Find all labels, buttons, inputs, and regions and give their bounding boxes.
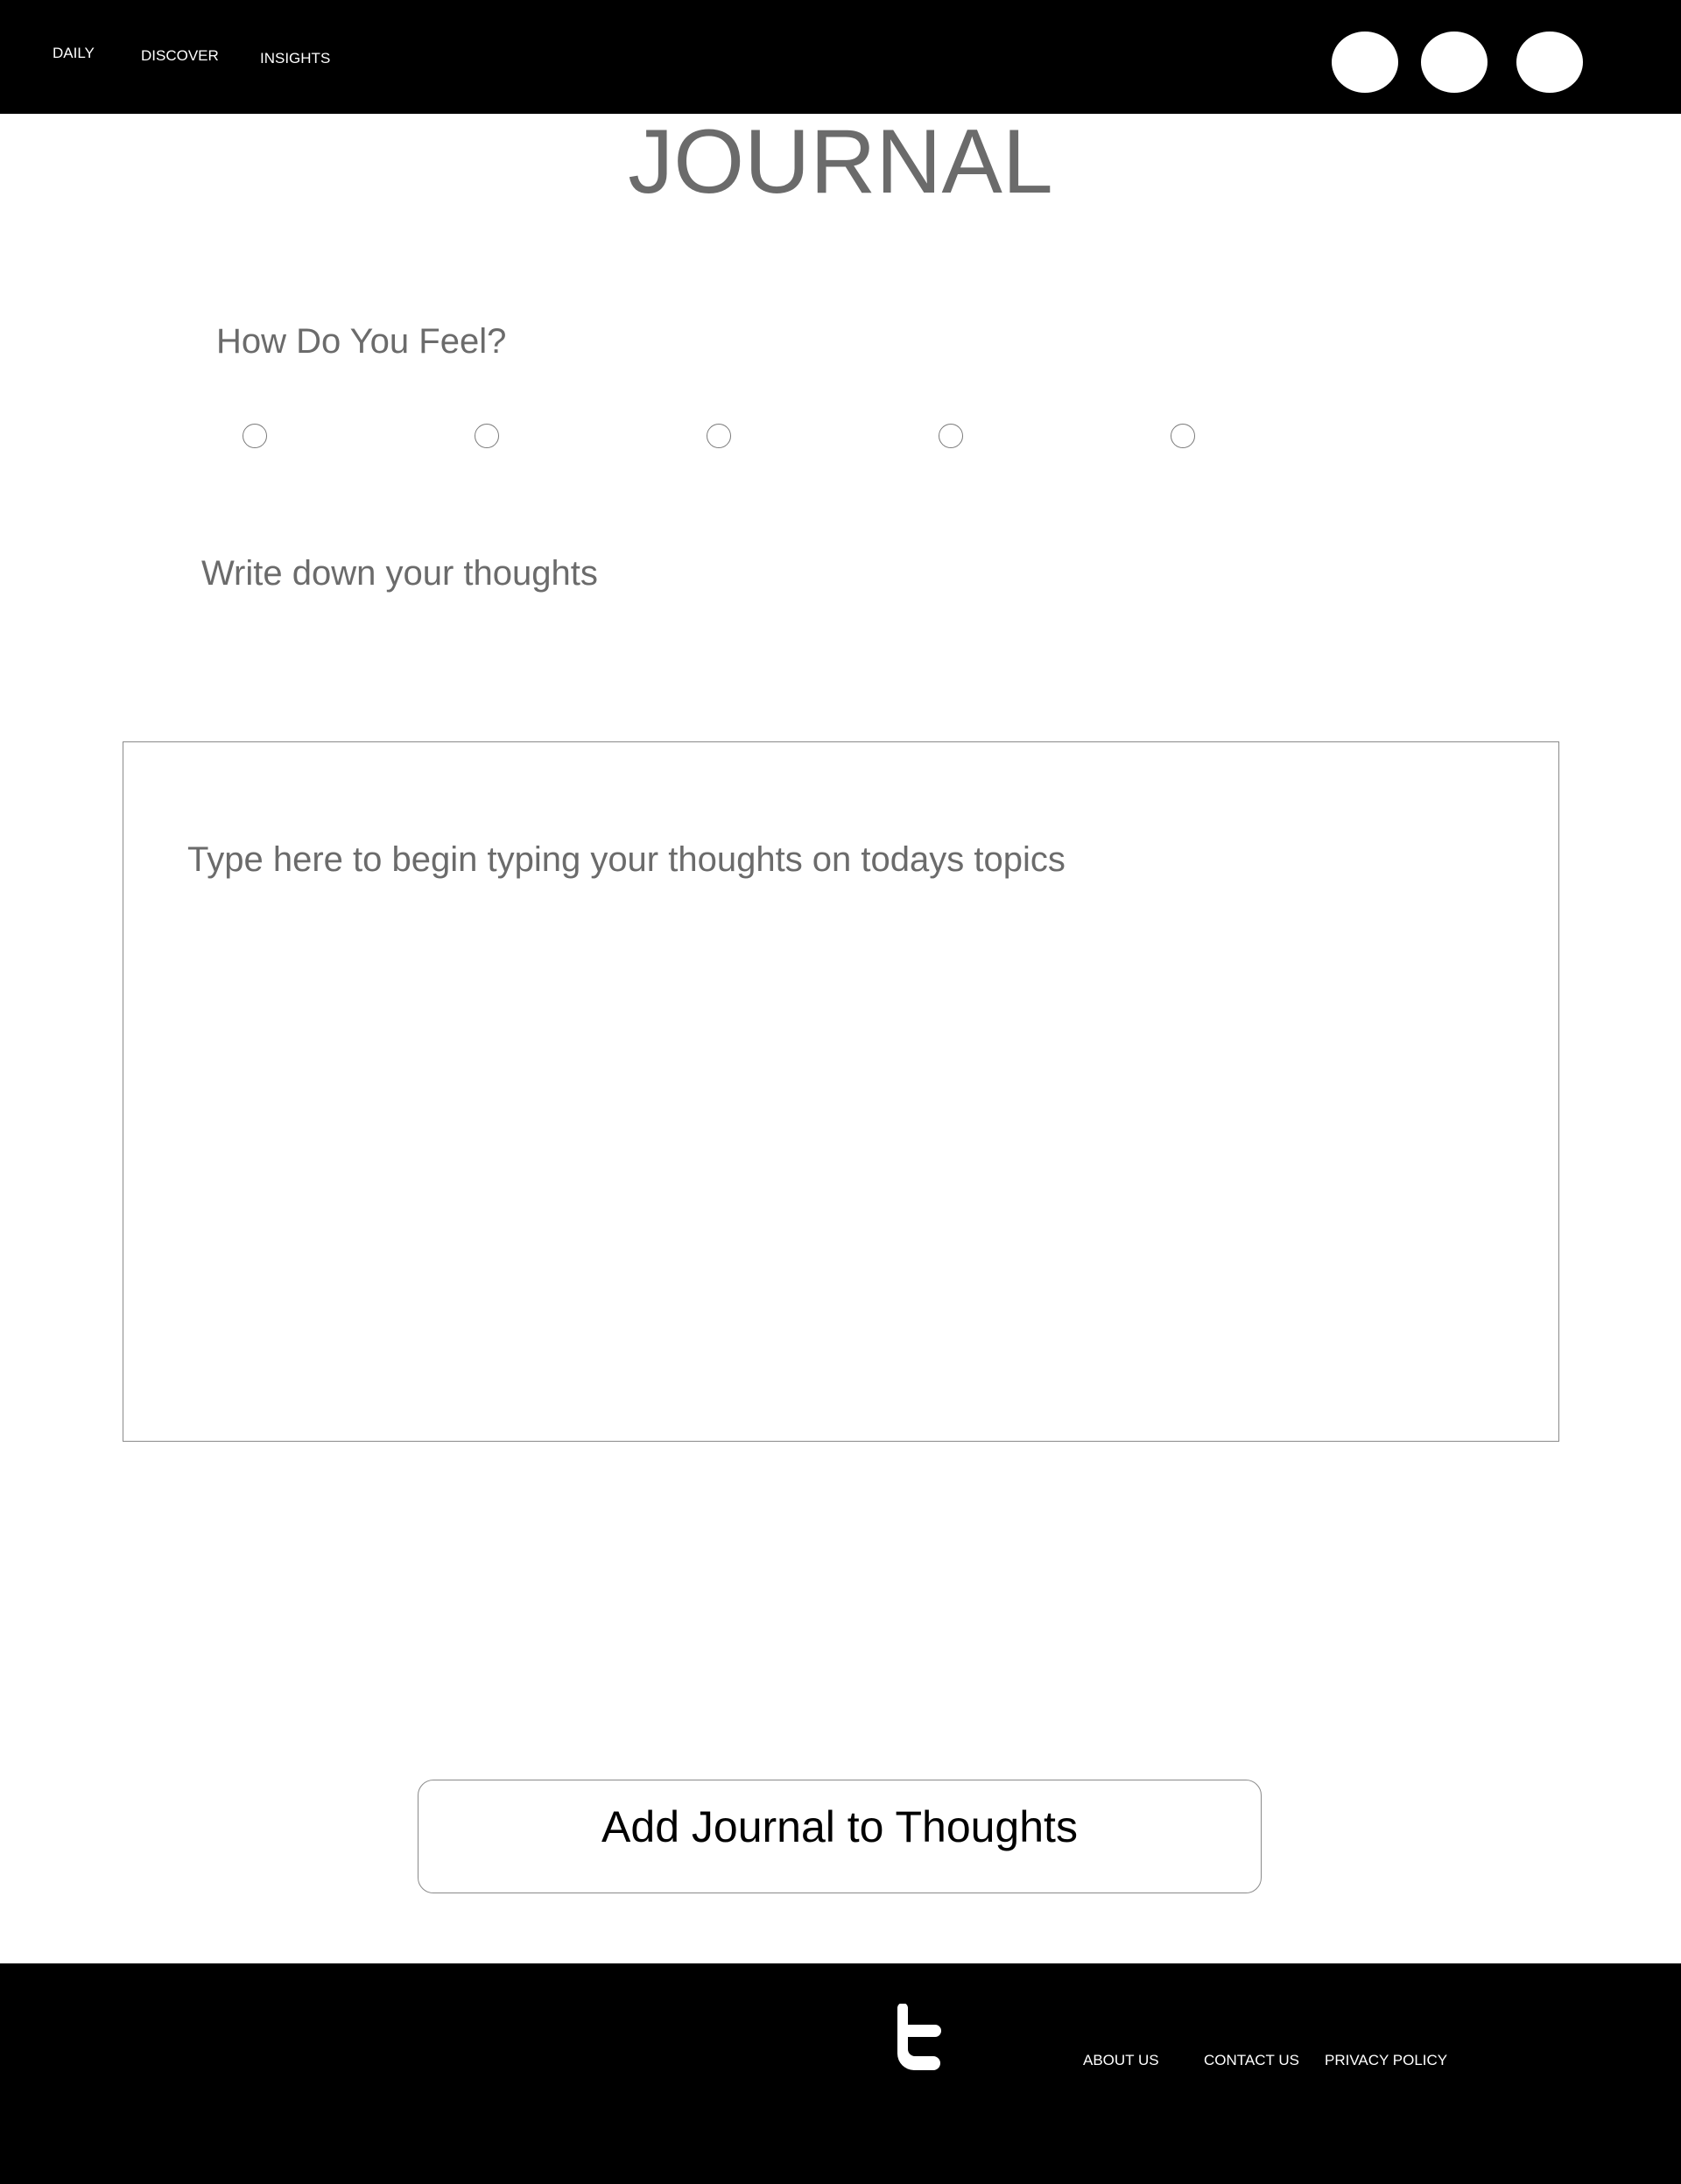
- header-circle-button-1[interactable]: [1332, 32, 1398, 93]
- add-journal-button-label: Add Journal to Thoughts: [601, 1802, 1078, 1851]
- footer-contact-link[interactable]: CONTACT US: [1204, 2052, 1299, 2069]
- header-circle-button-2[interactable]: [1421, 32, 1488, 93]
- footer-bar: [0, 1963, 1681, 2184]
- mood-radio-1[interactable]: [243, 424, 267, 448]
- footer-privacy-link[interactable]: PRIVACY POLICY: [1325, 2052, 1447, 2069]
- mood-radio-4[interactable]: [939, 424, 963, 448]
- thoughts-label: Write down your thoughts: [201, 554, 598, 593]
- nav-insights-link[interactable]: INSIGHTS: [260, 50, 330, 67]
- mood-radio-3[interactable]: [707, 424, 731, 448]
- footer-about-link[interactable]: ABOUT US: [1083, 2052, 1159, 2069]
- page-title: JOURNAL: [628, 111, 1053, 213]
- journal-text-area[interactable]: Type here to begin typing your thoughts …: [123, 741, 1559, 1442]
- nav-discover-link[interactable]: DISCOVER: [141, 47, 219, 65]
- header-circle-button-3[interactable]: [1516, 32, 1583, 93]
- journal-placeholder-text: Type here to begin typing your thoughts …: [187, 840, 1066, 879]
- nav-daily-link[interactable]: DAILY: [53, 45, 95, 62]
- mood-question-label: How Do You Feel?: [216, 322, 507, 361]
- top-nav-bar: DAILY DISCOVER INSIGHTS: [0, 0, 1681, 114]
- twitter-icon[interactable]: [891, 2004, 946, 2074]
- add-journal-button[interactable]: Add Journal to Thoughts: [418, 1780, 1262, 1893]
- mood-radio-5[interactable]: [1171, 424, 1195, 448]
- mood-radio-2[interactable]: [475, 424, 499, 448]
